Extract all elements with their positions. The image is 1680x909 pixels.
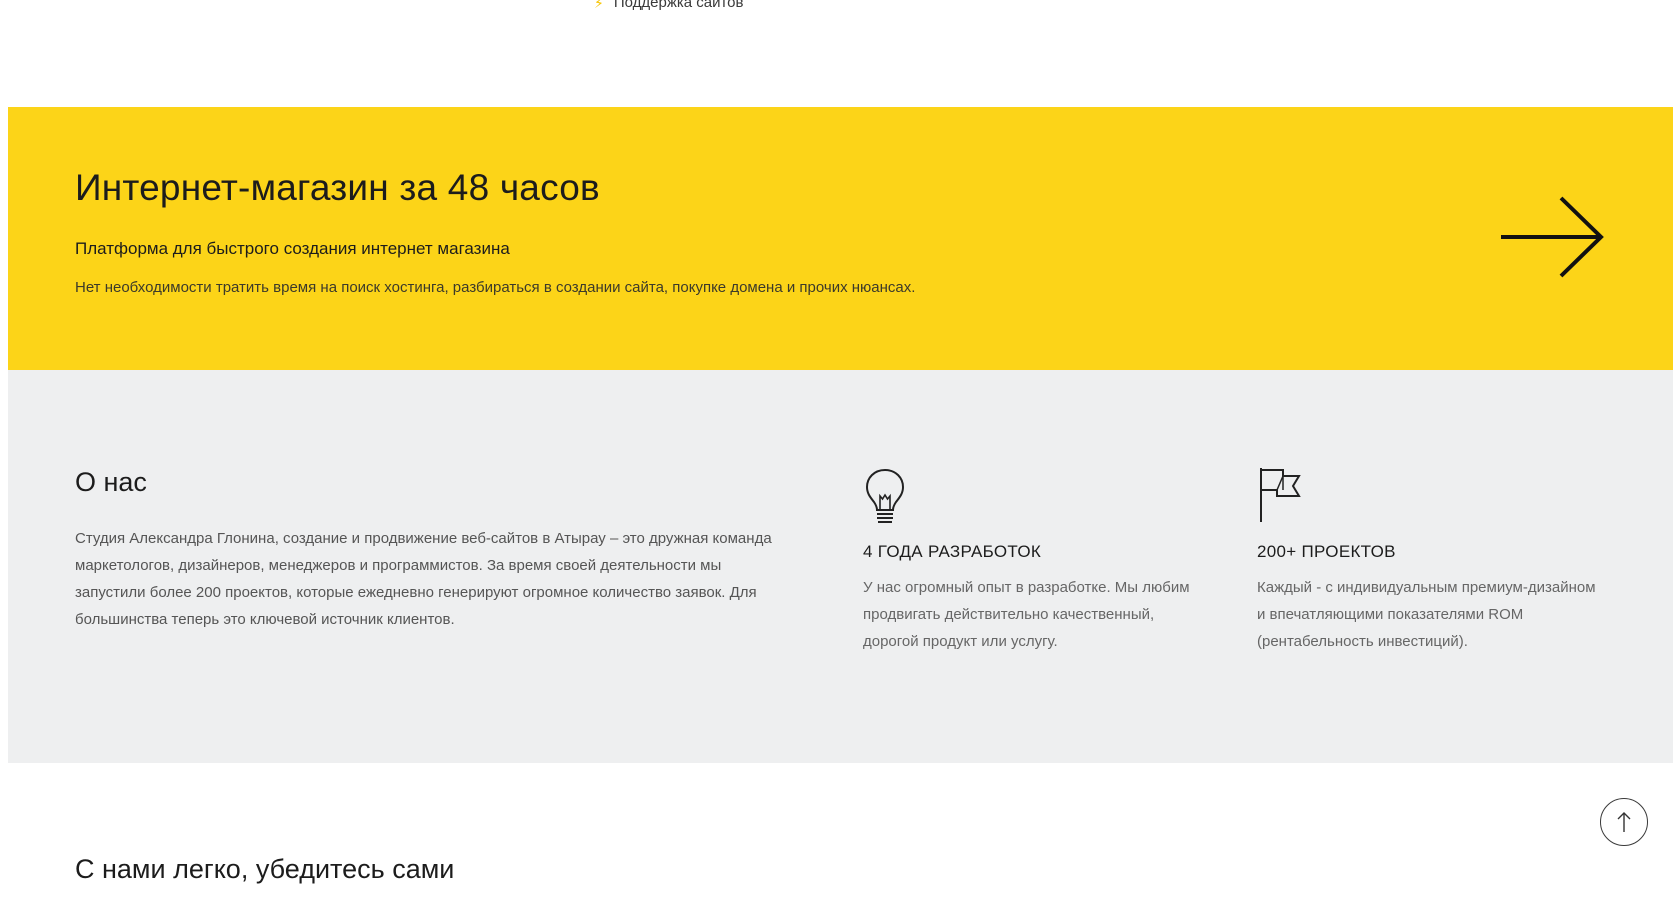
about-section: О нас Студия Александра Глонина, создани… [8,370,1673,763]
lightning-icon: ⚡ [594,0,604,11]
feature-text: Каждый - с индивидуальным премиум-дизайн… [1257,579,1596,650]
arrow-right-icon[interactable] [1499,195,1605,279]
promo-description: Нет необходимости тратить время на поиск… [75,279,916,296]
feature-experience: 4 ГОДА РАЗРАБОТОК У нас огромный опыт в … [863,466,1213,655]
about-text: Студия Александра Глонина, создание и пр… [75,530,772,628]
feature-title: 4 ГОДА РАЗРАБОТОК [863,542,1042,561]
feature-projects: 200+ ПРОЕКТОВ Каждый - с индивидуальным … [1257,466,1607,655]
flag-icon [1260,468,1301,522]
scroll-to-top-button[interactable] [1600,798,1648,846]
support-link[interactable]: ⚡ Поддержка сайтов [594,0,744,11]
page: ⚡ Поддержка сайтов Интернет-магазин за 4… [0,0,1680,909]
promo-subtitle: Платформа для быстрого создания интернет… [75,239,510,258]
arrow-up-icon [1617,812,1631,832]
promo-banner[interactable]: Интернет-магазин за 48 часов Платформа д… [8,107,1673,370]
support-link-label: Поддержка сайтов [613,0,744,11]
about-title: О нас [75,467,147,497]
section-title: С нами легко, убедитесь сами [75,854,455,884]
feature-title: 200+ ПРОЕКТОВ [1257,542,1396,561]
lightbulb-icon [865,468,905,523]
feature-text: У нас огромный опыт в разработке. Мы люб… [863,579,1190,650]
promo-title: Интернет-магазин за 48 часов [75,167,600,208]
